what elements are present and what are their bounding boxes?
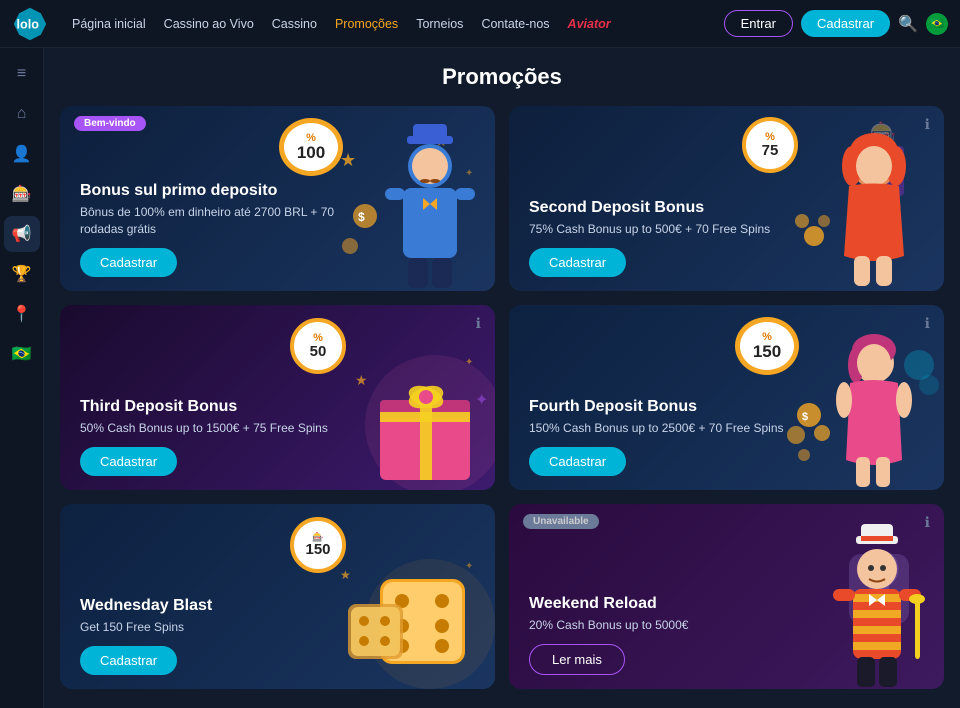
info-icon-second[interactable]: ℹ <box>925 116 930 133</box>
sidebar-menu-icon[interactable]: ≡ <box>4 56 40 92</box>
card-content-weekend: Weekend Reload 20% Cash Bonus up to 5000… <box>529 595 924 675</box>
nav-links: Página inicial Cassino ao Vivo Cassino P… <box>64 13 718 35</box>
promo-card-first-deposit: Bem-vindo % 100 ★ ★ ✦ <box>60 106 495 291</box>
top-navigation: lolo Página inicial Cassino ao Vivo Cass… <box>0 0 960 48</box>
first-deposit-cadastrar-button[interactable]: Cadastrar <box>80 248 177 277</box>
svg-text:lolo: lolo <box>17 17 40 31</box>
card-content-fourth: Fourth Deposit Bonus 150% Cash Bonus up … <box>529 398 924 476</box>
card-content-third: Third Deposit Bonus 50% Cash Bonus up to… <box>80 398 475 476</box>
promotions-grid: Bem-vindo % 100 ★ ★ ✦ <box>60 106 944 689</box>
language-selector[interactable]: 🇧🇷 <box>926 13 948 35</box>
promo-card-fourth-deposit: ℹ % 150 <box>509 305 944 490</box>
svg-text:🎰: 🎰 <box>869 121 896 146</box>
nav-home[interactable]: Página inicial <box>64 13 154 35</box>
info-icon-fourth[interactable]: ℹ <box>925 315 930 332</box>
card-content: Bonus sul primo deposito Bônus de 100% e… <box>80 182 475 277</box>
info-icon-third[interactable]: ℹ <box>476 315 481 332</box>
card-desc-weekend: 20% Cash Bonus up to 5000€ <box>529 617 786 634</box>
weekend-ler-mais-button[interactable]: Ler mais <box>529 644 625 675</box>
card-title-weekend: Weekend Reload <box>529 595 806 613</box>
info-icon-weekend[interactable]: ℹ <box>925 514 930 531</box>
svg-text:★: ★ <box>435 133 448 149</box>
unavailable-badge: Unavailable <box>523 514 599 529</box>
card-title-third: Third Deposit Bonus <box>80 398 357 416</box>
site-logo[interactable]: lolo <box>12 6 48 42</box>
card-content-second: Second Deposit Bonus 75% Cash Bonus up t… <box>529 199 924 277</box>
nav-right-actions: Entrar Cadastrar 🔍 🇧🇷 <box>724 10 948 37</box>
card-title: Bonus sul primo deposito <box>80 182 357 200</box>
third-deposit-cadastrar-button[interactable]: Cadastrar <box>80 447 177 476</box>
percent-badge-second: % 75 <box>741 116 799 174</box>
svg-text:✦: ✦ <box>465 357 473 368</box>
percent-circle-fourth: % 150 <box>735 317 799 375</box>
cadastrar-nav-button[interactable]: Cadastrar <box>801 10 890 37</box>
card-desc: Bônus de 100% em dinheiro até 2700 BRL +… <box>80 204 337 238</box>
card-title-second: Second Deposit Bonus <box>529 199 806 217</box>
nav-casino[interactable]: Cassino <box>264 13 325 35</box>
welcome-badge: Bem-vindo <box>74 116 146 131</box>
sidebar-flag-icon[interactable]: 🇧🇷 <box>4 336 40 372</box>
search-button[interactable]: 🔍 <box>898 14 918 34</box>
nav-live[interactable]: Cassino ao Vivo <box>156 13 262 35</box>
sidebar-home-icon[interactable]: ⌂ <box>4 96 40 132</box>
svg-text:✦: ✦ <box>465 561 473 572</box>
entrar-button[interactable]: Entrar <box>724 10 793 37</box>
nav-promos[interactable]: Promoções <box>327 13 406 35</box>
percent-badge-wednesday: 🎰 150 <box>289 516 347 574</box>
fourth-deposit-cadastrar-button[interactable]: Cadastrar <box>529 447 626 476</box>
svg-text:★: ★ <box>340 150 356 170</box>
sidebar-person-icon[interactable]: 👤 <box>4 136 40 172</box>
wednesday-cadastrar-button[interactable]: Cadastrar <box>80 646 177 675</box>
main-layout: ≡ ⌂ 👤 🎰 📢 🏆 📍 🇧🇷 Promoções Bem-vindo % 1… <box>0 48 960 708</box>
nav-contact[interactable]: Contate-nos <box>473 13 557 35</box>
percent-circle: % 100 <box>279 118 343 176</box>
percent-badge-first: % 100 <box>282 118 340 176</box>
percent-circle-third: % 50 <box>290 318 346 374</box>
card-desc-fourth: 150% Cash Bonus up to 2500€ + 70 Free Sp… <box>529 420 786 437</box>
main-content: Promoções Bem-vindo % 100 ★ ★ <box>44 48 960 708</box>
card-content-wednesday: Wednesday Blast Get 150 Free Spins Cadas… <box>80 597 475 675</box>
card-title-fourth: Fourth Deposit Bonus <box>529 398 806 416</box>
svg-text:✦: ✦ <box>475 392 488 409</box>
sidebar-casino-icon[interactable]: 🎰 <box>4 176 40 212</box>
svg-text:✦: ✦ <box>465 168 473 179</box>
card-desc-second: 75% Cash Bonus up to 500€ + 70 Free Spin… <box>529 221 786 238</box>
sidebar-promos-icon[interactable]: 📢 <box>4 216 40 252</box>
percent-circle-second: % 75 <box>742 117 798 173</box>
promo-card-weekend: Unavailable ℹ <box>509 504 944 689</box>
card-title-wednesday: Wednesday Blast <box>80 597 357 615</box>
percent-badge-fourth: % 150 <box>738 317 796 375</box>
nav-aviator[interactable]: Aviator <box>560 13 619 35</box>
promo-card-third-deposit: ℹ % 50 <box>60 305 495 490</box>
sidebar: ≡ ⌂ 👤 🎰 📢 🏆 📍 🇧🇷 <box>0 48 44 708</box>
second-deposit-cadastrar-button[interactable]: Cadastrar <box>529 248 626 277</box>
page-title: Promoções <box>60 64 944 90</box>
card-desc-wednesday: Get 150 Free Spins <box>80 619 337 636</box>
promo-card-second-deposit: ℹ % 75 🎰 <box>509 106 944 291</box>
sidebar-location-icon[interactable]: 📍 <box>4 296 40 332</box>
percent-badge-third: % 50 <box>289 317 347 375</box>
nav-torneos[interactable]: Torneios <box>408 13 471 35</box>
sidebar-trophy-icon[interactable]: 🏆 <box>4 256 40 292</box>
promo-card-wednesday: 🎰 150 <box>60 504 495 689</box>
card-desc-third: 50% Cash Bonus up to 1500€ + 75 Free Spi… <box>80 420 337 437</box>
percent-circle-wednesday: 🎰 150 <box>290 517 346 573</box>
svg-text:★: ★ <box>355 372 368 388</box>
